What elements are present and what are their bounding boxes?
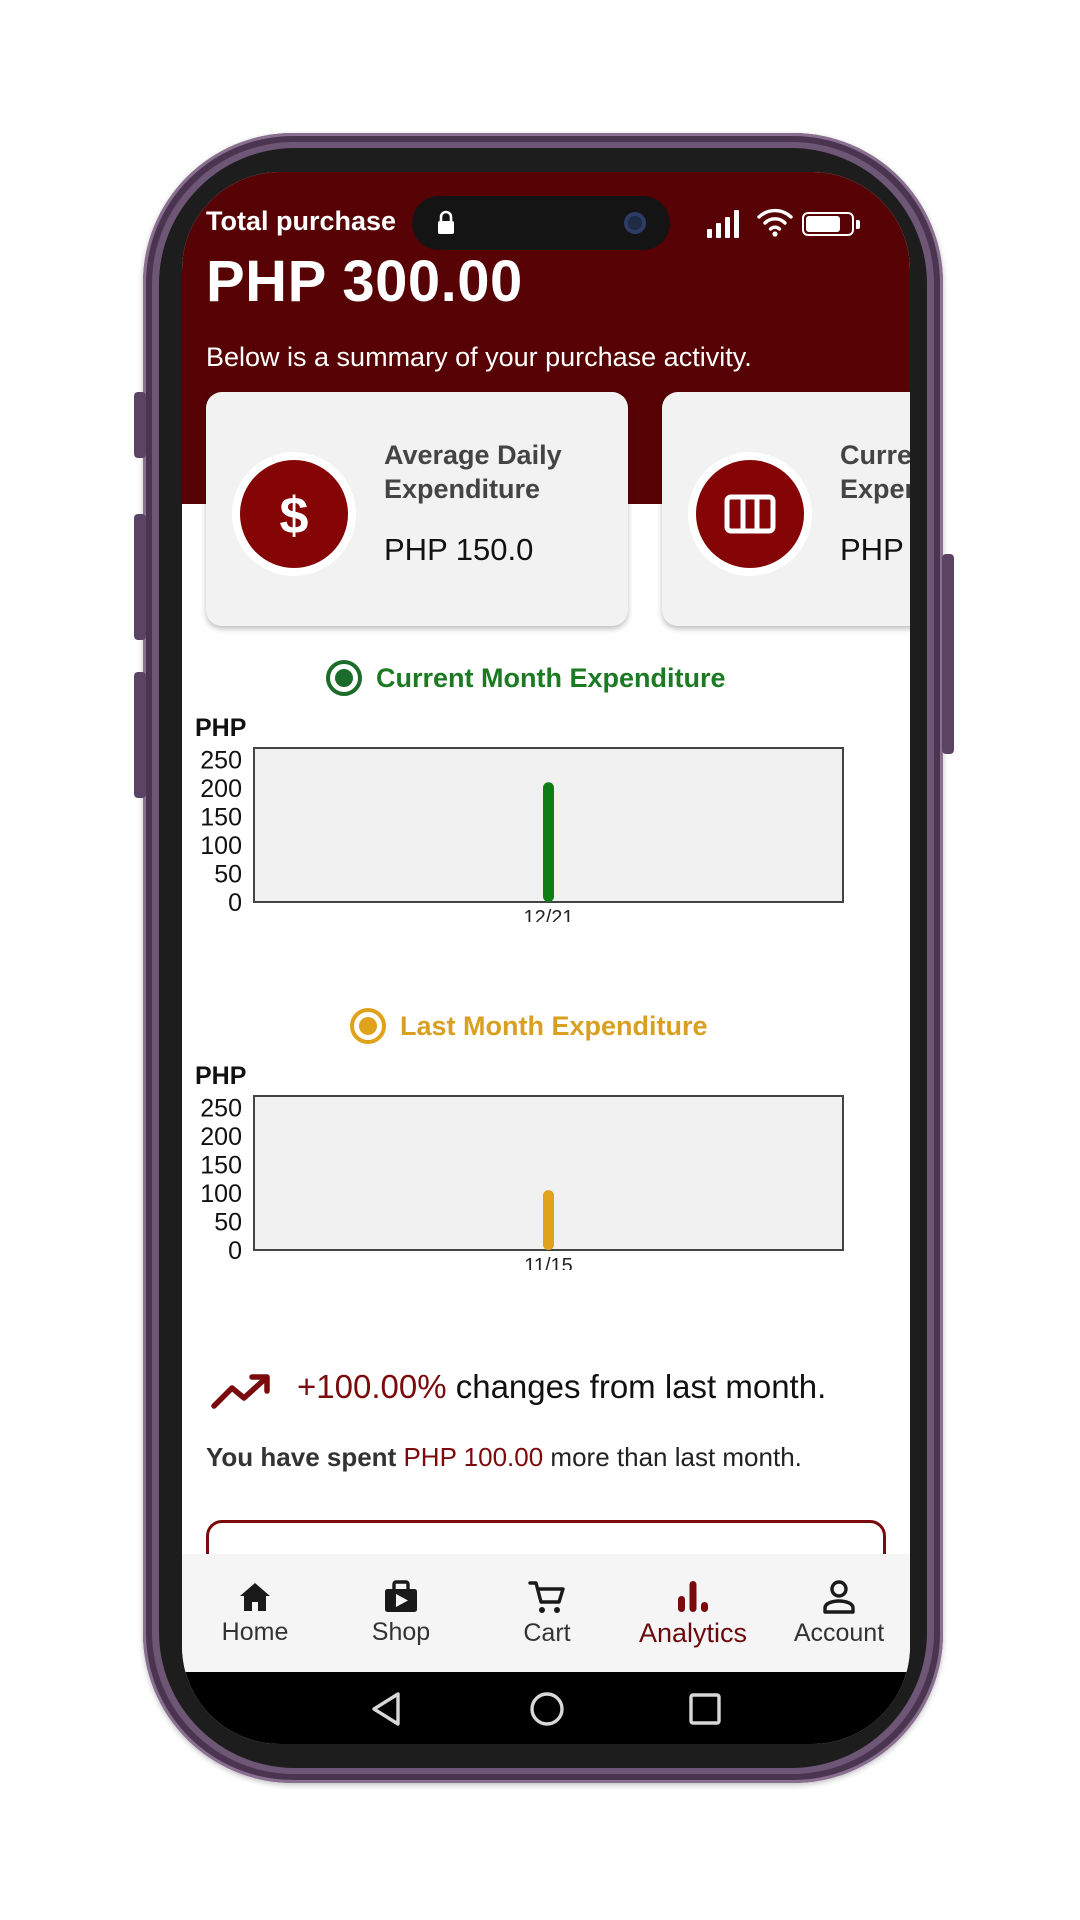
y-tick-label: 150: [200, 1151, 242, 1179]
total-purchase-amount: PHP 300.00: [206, 249, 523, 314]
nav-label: Account: [793, 1618, 885, 1647]
nav-item-home[interactable]: Home: [182, 1554, 328, 1672]
analytics-icon: [678, 1580, 708, 1612]
nav-label: Cart: [523, 1618, 571, 1647]
signal-icon: [707, 208, 741, 238]
y-tick-label: 50: [214, 1208, 242, 1236]
last-month-chart: PHP 250200150100500 11/15: [195, 1062, 844, 1270]
card-title: Current Month Expenditure: [840, 440, 910, 504]
y-tick-label: 250: [200, 1094, 242, 1122]
card-icon-ring: [688, 452, 812, 576]
y-tick-label: 150: [200, 803, 242, 831]
y-tick-label: 100: [200, 832, 242, 860]
spent-summary: You have spent PHP 100.00 more than last…: [206, 1442, 802, 1473]
nav-label: Analytics: [638, 1617, 748, 1648]
wifi-icon: [757, 208, 793, 237]
bar: [543, 1190, 554, 1250]
summary-text: Below is a summary of your purchase acti…: [206, 342, 752, 372]
spent-amount: PHP 100.00: [403, 1442, 544, 1472]
card-value: PHP 300.00: [840, 532, 910, 567]
card-value: PHP 150.0: [384, 532, 534, 567]
nav-label: Shop: [371, 1617, 431, 1646]
total-purchase-label: Total purchase: [206, 206, 397, 236]
dollar-icon: $: [240, 460, 348, 568]
nav-label: Home: [221, 1617, 289, 1646]
phone-volume-down-button: [134, 672, 146, 798]
cart-icon: [528, 1580, 565, 1613]
bottom-nav: Home Shop Cart Analytics Account: [182, 1554, 910, 1672]
change-suffix: changes from last month.: [446, 1368, 827, 1405]
nav-item-account[interactable]: Account: [766, 1554, 910, 1672]
app-screen: Total purchase PHP 300.00 Below is a sum…: [182, 172, 910, 1744]
current-month-legend[interactable]: Current Month Expenditure: [326, 660, 726, 696]
nav-item-shop[interactable]: Shop: [328, 1554, 474, 1672]
card-title: Average Daily Expenditure: [384, 440, 562, 504]
bar: [543, 782, 554, 902]
battery-tip: [856, 220, 860, 229]
phone-action-button: [134, 392, 146, 458]
x-tick-label: 12/21: [523, 907, 573, 922]
back-icon[interactable]: [368, 1690, 404, 1728]
dynamic-island: [412, 196, 670, 250]
x-tick-label: 11/15: [524, 1255, 573, 1270]
y-tick-label: 200: [200, 775, 242, 803]
nav-item-cart[interactable]: Cart: [474, 1554, 620, 1672]
y-tick-label: 250: [200, 746, 242, 774]
y-tick-label: 0: [228, 889, 242, 917]
calendar-columns-icon: [696, 460, 804, 568]
front-camera: [624, 212, 646, 234]
home-circle-icon[interactable]: [528, 1690, 566, 1728]
y-axis-label: PHP: [195, 714, 246, 742]
y-tick-label: 200: [200, 1123, 242, 1151]
spent-suffix: more than last month.: [543, 1442, 802, 1472]
current-month-card[interactable]: Current Month Expenditure PHP 300.00: [662, 392, 910, 626]
current-month-chart: PHP 250200150100500 12/21: [195, 714, 844, 922]
y-tick-label: 50: [214, 860, 242, 888]
average-daily-card[interactable]: $ Average Daily Expenditure PHP 150.0: [206, 392, 628, 626]
phone-power-button: [942, 554, 954, 754]
nav-item-analytics[interactable]: Analytics: [620, 1554, 766, 1672]
battery-icon: [802, 212, 854, 236]
spent-prefix: You have spent: [206, 1442, 404, 1472]
last-month-legend[interactable]: Last Month Expenditure: [350, 1008, 708, 1044]
svg-text:$: $: [280, 487, 309, 542]
radio-selected-icon: [326, 660, 362, 696]
recents-icon[interactable]: [688, 1692, 722, 1726]
shop-bag-icon: [385, 1579, 417, 1612]
radio-selected-icon: [350, 1008, 386, 1044]
card-icon-ring: $: [232, 452, 356, 576]
trending-up-icon: [211, 1374, 270, 1409]
current-month-legend-label: Current Month Expenditure: [376, 662, 726, 693]
account-icon: [823, 1579, 855, 1614]
system-nav-bar: [182, 1672, 910, 1744]
phone-volume-up-button: [134, 514, 146, 640]
y-tick-label: 100: [200, 1180, 242, 1208]
lock-icon: [438, 210, 454, 234]
change-percent: +100.00%: [297, 1368, 447, 1405]
y-tick-label: 0: [228, 1237, 242, 1265]
home-icon: [240, 1582, 270, 1611]
last-month-legend-label: Last Month Expenditure: [400, 1010, 708, 1041]
y-axis-label: PHP: [195, 1062, 246, 1090]
change-summary: +100.00% changes from last month.: [297, 1368, 826, 1406]
